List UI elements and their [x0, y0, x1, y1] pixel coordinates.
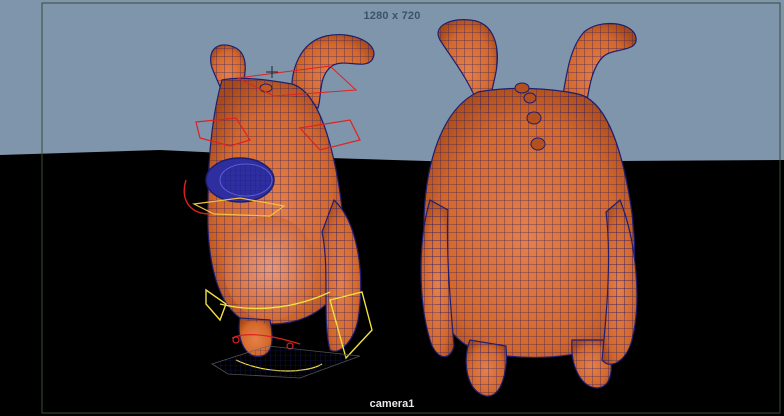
sky-background: [0, 0, 784, 160]
scene-canvas[interactable]: [0, 0, 784, 416]
resolution-gate-label: 1280 x 720: [363, 10, 421, 22]
ground-horizon: [0, 150, 784, 416]
camera-label: camera1: [369, 398, 415, 410]
character-eye: [205, 157, 275, 203]
maya-viewport[interactable]: 1280 x 720 camera1: [0, 0, 784, 416]
